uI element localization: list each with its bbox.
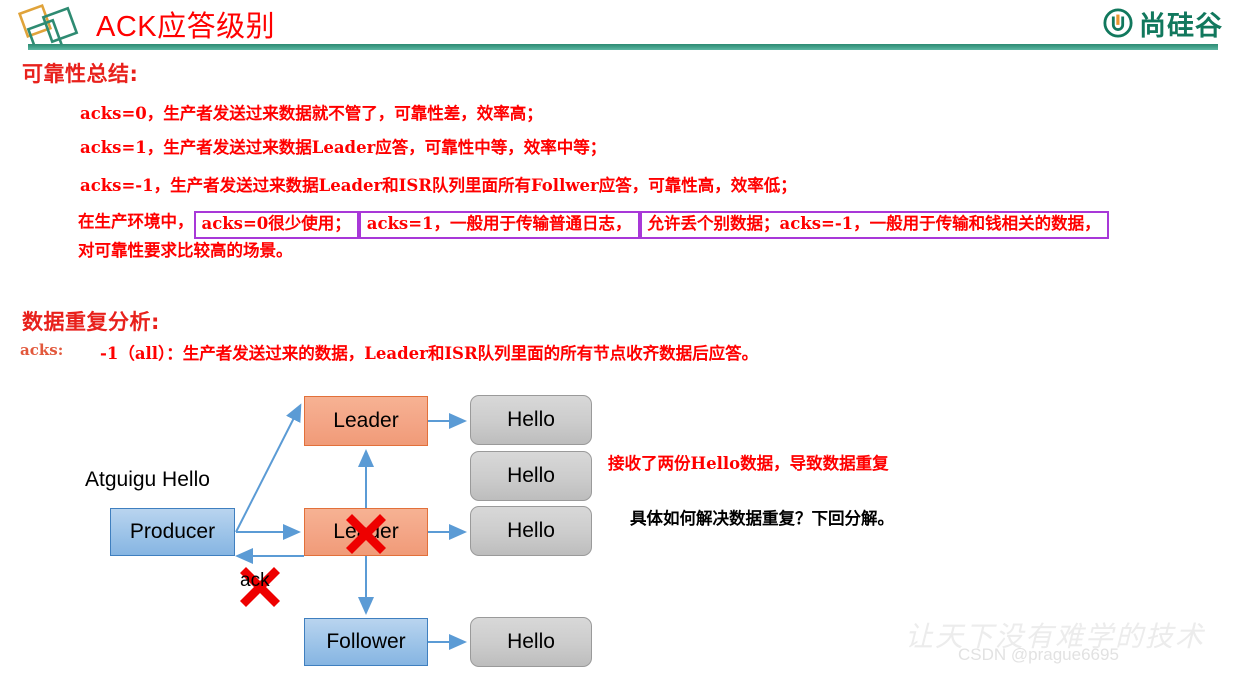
atguigu-hello-caption: Atguigu Hello bbox=[85, 468, 210, 491]
reliability-line-2: acks=1，生产者发送过来数据Leader应答，可靠性中等，效率中等； bbox=[80, 138, 607, 157]
brand-logo: 尚硅谷 bbox=[1103, 4, 1223, 42]
note-duplicate-red: 接收了两份Hello数据，导致数据重复 bbox=[608, 454, 889, 473]
line4-box-acks0: acks=0很少使用； bbox=[193, 211, 359, 239]
atguigu-u-mark-icon bbox=[1103, 8, 1133, 38]
watermark-csdn: CSDN @prague6695 bbox=[958, 645, 1119, 664]
acks-description: -1（all）：生产者发送过来的数据，Leader和ISR队列里面的所有节点收齐… bbox=[100, 344, 759, 363]
node-hello-2[interactable]: Hello bbox=[470, 451, 592, 501]
kafka-ack-diagram: Atguigu Hello Producer Leader Leader Fol… bbox=[0, 380, 660, 670]
section-duplicate-heading: 数据重复分析: bbox=[22, 310, 160, 334]
page-title: ACK应答级别 bbox=[96, 11, 276, 43]
reliability-line-3: acks=-1，生产者发送过来数据Leader和ISR队列里面所有Follwer… bbox=[80, 176, 797, 195]
diamonds-logo-icon bbox=[17, 3, 79, 50]
node-hello-4[interactable]: Hello bbox=[470, 617, 592, 667]
line4-prefix: 在生产环境中， bbox=[78, 212, 194, 231]
acks-label: acks: bbox=[20, 341, 64, 359]
red-cross-icon-leader bbox=[346, 514, 386, 554]
node-hello-3[interactable]: Hello bbox=[470, 506, 592, 556]
header-divider bbox=[28, 44, 1218, 50]
reliability-line-1: acks=0，生产者发送过来数据就不管了，可靠性差，效率高； bbox=[80, 104, 543, 123]
line4-box-acksminus1: 允许丢个别数据；acks=-1，一般用于传输和钱相关的数据， bbox=[639, 211, 1109, 239]
node-hello-1[interactable]: Hello bbox=[470, 395, 592, 445]
node-producer[interactable]: Producer bbox=[110, 508, 235, 556]
line4-box-acks1: acks=1，一般用于传输普通日志， bbox=[358, 211, 640, 239]
brand-text: 尚硅谷 bbox=[1139, 10, 1223, 42]
reliability-line-4: 在生产环境中， acks=0很少使用； acks=1，一般用于传输普通日志， 允许丢个… bbox=[78, 210, 1228, 263]
slide-header: ACK应答级别 尚硅谷 bbox=[0, 0, 1239, 52]
ack-label: ack bbox=[240, 570, 270, 591]
note-duplicate-black: 具体如何解决数据重复？下回分解。 bbox=[630, 509, 894, 528]
node-leader-top[interactable]: Leader bbox=[304, 396, 428, 446]
node-follower[interactable]: Follower bbox=[304, 618, 428, 666]
line4-tail: 对可靠性要求比较高的场景。 bbox=[78, 240, 293, 260]
section-reliability-heading: 可靠性总结: bbox=[22, 62, 139, 86]
slide-root: ACK应答级别 尚硅谷 可靠性总结: acks=0，生产者发送过来数据就不管了，… bbox=[0, 0, 1239, 677]
